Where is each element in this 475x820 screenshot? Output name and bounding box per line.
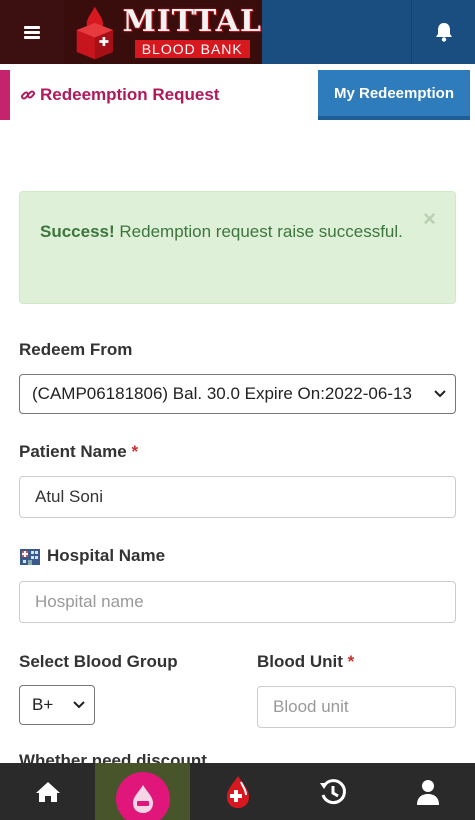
- hospital-name-field[interactable]: Hospital name: [19, 581, 456, 623]
- hamburger-icon: [24, 25, 40, 39]
- patient-name-label-text: Patient Name: [19, 442, 127, 461]
- main-content: Success! Redemption request raise succes…: [0, 124, 475, 764]
- blood-group-select[interactable]: B+: [19, 685, 95, 725]
- tab-redemption-request[interactable]: Redeemption Request: [0, 70, 318, 120]
- app-logo: MITTAL BLOOD BANK: [64, 0, 262, 64]
- nav-profile[interactable]: [380, 763, 475, 820]
- hospital-icon: [20, 549, 40, 565]
- tab-bar: Redeemption Request My Redeemption: [0, 66, 475, 124]
- hospital-name-label-text: Hospital Name: [47, 546, 166, 565]
- nav-history[interactable]: [285, 763, 380, 820]
- tab-redemption-request-label: Redeemption Request: [40, 85, 220, 104]
- hospital-name-label: Hospital Name: [19, 546, 165, 566]
- bell-icon: [435, 23, 452, 42]
- bottom-navigation: [0, 763, 475, 820]
- logo-title: MITTAL: [122, 3, 262, 39]
- logo-subtitle: BLOOD BANK: [134, 39, 250, 58]
- alert-strong: Success!: [40, 222, 115, 241]
- home-icon: [35, 781, 60, 802]
- link-icon: [20, 90, 36, 100]
- blood-unit-placeholder: Blood unit: [273, 697, 349, 716]
- blood-drop-icon: [226, 775, 249, 808]
- patient-name-field[interactable]: Atul Soni: [19, 476, 456, 518]
- chevron-down-icon: [434, 390, 446, 398]
- redeem-from-label: Redeem From: [19, 340, 133, 359]
- required-mark: *: [131, 442, 139, 461]
- tab-my-redemption[interactable]: My Redeemption: [318, 70, 470, 120]
- nav-home[interactable]: [0, 763, 95, 820]
- menu-button[interactable]: [0, 0, 64, 64]
- patient-name-label: Patient Name *: [19, 442, 138, 462]
- nav-blood[interactable]: [190, 763, 285, 820]
- close-icon[interactable]: ×: [423, 208, 436, 230]
- redeem-from-select[interactable]: (CAMP06181806) Bal. 30.0 Expire On:2022-…: [19, 374, 456, 414]
- blood-unit-label: Blood Unit *: [257, 652, 354, 672]
- blood-unit-label-text: Blood Unit: [257, 652, 343, 671]
- blood-bank-logo-icon: [76, 6, 113, 60]
- patient-name-value: Atul Soni: [35, 487, 104, 506]
- redeem-from-value: (CAMP06181806) Bal. 30.0 Expire On:2022-…: [32, 384, 412, 403]
- blood-group-value: B+: [32, 695, 54, 714]
- required-mark: *: [347, 652, 355, 671]
- profile-icon: [416, 779, 439, 805]
- app-header: MITTAL BLOOD BANK: [0, 0, 475, 64]
- blood-unit-field[interactable]: Blood unit: [257, 686, 456, 728]
- history-icon: [319, 778, 346, 804]
- nav-donate[interactable]: [95, 763, 190, 820]
- notifications-button[interactable]: [411, 0, 475, 64]
- alert-message: Redemption request raise successful.: [114, 222, 403, 241]
- donate-icon: [115, 771, 170, 820]
- success-alert: Success! Redemption request raise succes…: [19, 191, 456, 304]
- chevron-down-icon: [73, 701, 85, 709]
- hospital-name-placeholder: Hospital name: [35, 592, 144, 611]
- blood-group-label: Select Blood Group: [19, 652, 178, 671]
